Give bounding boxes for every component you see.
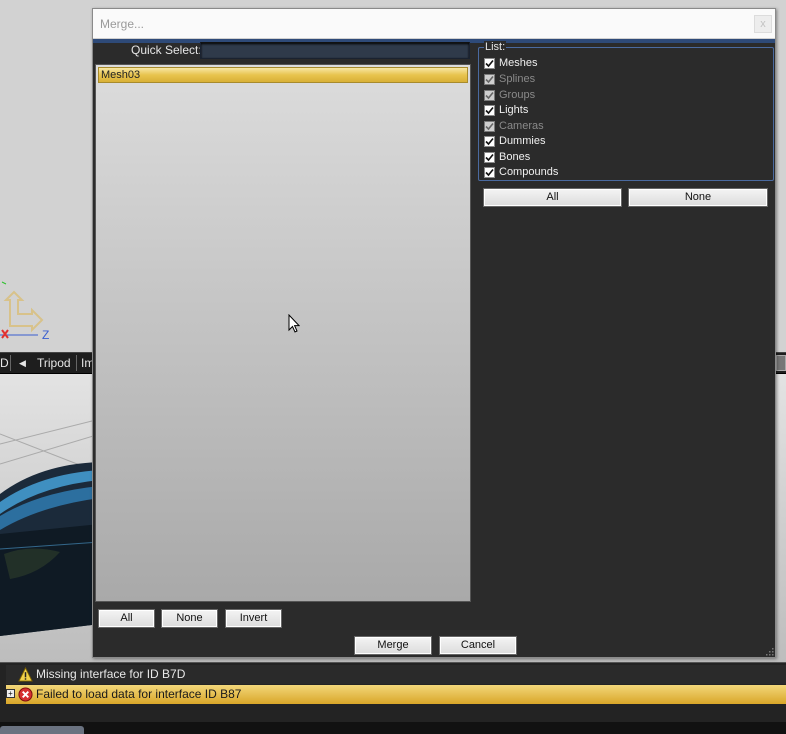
log-row-warning[interactable]: Missing interface for ID B7D bbox=[6, 665, 786, 684]
toolbar-separator bbox=[76, 355, 77, 371]
merge-button[interactable]: Merge bbox=[354, 636, 432, 655]
toolbar-right-button[interactable] bbox=[776, 355, 786, 371]
filter-cameras: Cameras bbox=[484, 120, 764, 135]
merge-dialog: Merge... x Quick Select: Mesh03 All None… bbox=[92, 8, 776, 658]
filter-dummies[interactable]: Dummies bbox=[484, 135, 764, 150]
filter-label: Meshes bbox=[499, 57, 538, 69]
axis-label-z: Z bbox=[42, 328, 49, 342]
dialog-titlebar[interactable]: Merge... x bbox=[93, 9, 775, 39]
filter-compounds[interactable]: Compounds bbox=[484, 166, 764, 181]
error-icon bbox=[18, 687, 33, 702]
toolbar-left-label[interactable]: D bbox=[0, 356, 9, 370]
list-item[interactable]: Mesh03 bbox=[98, 67, 468, 83]
message-log: Missing interface for ID B7D + Failed to… bbox=[0, 662, 786, 722]
log-error-text: Failed to load data for interface ID B87 bbox=[36, 687, 242, 701]
checkbox-checked-icon[interactable] bbox=[484, 167, 495, 178]
status-tab[interactable] bbox=[0, 726, 84, 734]
checkbox-checked-icon bbox=[484, 121, 495, 132]
list-filter-legend: List: bbox=[484, 41, 507, 53]
checkbox-checked-icon bbox=[484, 74, 495, 85]
list-filter-group: List: Meshes Splines Groups Lights Camer… bbox=[478, 41, 774, 181]
mouse-pointer-icon bbox=[288, 314, 300, 333]
filter-label: Groups bbox=[499, 89, 536, 101]
filter-all-button[interactable]: All bbox=[483, 188, 622, 207]
filter-none-button[interactable]: None bbox=[628, 188, 768, 207]
checkbox-checked-icon[interactable] bbox=[484, 152, 495, 163]
object-list[interactable]: Mesh03 bbox=[95, 64, 471, 602]
log-warning-text: Missing interface for ID B7D bbox=[36, 667, 186, 681]
quick-select-label: Quick Select: bbox=[131, 43, 202, 57]
filter-groups: Groups bbox=[484, 89, 764, 104]
axis-tripod-icon: Z bbox=[0, 281, 49, 342]
filter-label: Compounds bbox=[499, 166, 559, 178]
invert-selection-button[interactable]: Invert bbox=[225, 609, 282, 628]
filter-label: Cameras bbox=[499, 120, 544, 132]
log-row-error[interactable]: + Failed to load data for interface ID B… bbox=[6, 685, 786, 704]
filter-label: Lights bbox=[499, 104, 529, 116]
toolbar-tripod-label[interactable]: Tripod bbox=[37, 356, 71, 370]
status-bar bbox=[0, 722, 786, 734]
model-render bbox=[0, 418, 100, 636]
filter-meshes[interactable]: Meshes bbox=[484, 57, 764, 72]
dialog-title: Merge... bbox=[100, 17, 145, 31]
cancel-button[interactable]: Cancel bbox=[439, 636, 517, 655]
filter-label: Dummies bbox=[499, 135, 546, 147]
checkbox-checked-icon[interactable] bbox=[484, 105, 495, 116]
filter-label: Splines bbox=[499, 73, 536, 85]
triangle-left-icon[interactable]: ◀ bbox=[19, 358, 26, 369]
checkbox-checked-icon[interactable] bbox=[484, 136, 495, 147]
select-all-button[interactable]: All bbox=[98, 609, 155, 628]
resize-grip-icon[interactable] bbox=[764, 646, 774, 656]
filter-lights[interactable]: Lights bbox=[484, 104, 764, 119]
filter-splines: Splines bbox=[484, 73, 764, 88]
close-button[interactable]: x bbox=[754, 15, 772, 33]
checkbox-checked-icon bbox=[484, 90, 495, 101]
quick-select-input[interactable] bbox=[200, 42, 470, 59]
toolbar-separator bbox=[10, 355, 11, 371]
filter-label: Bones bbox=[499, 151, 531, 163]
select-none-button[interactable]: None bbox=[161, 609, 218, 628]
expand-plus-icon[interactable]: + bbox=[6, 689, 15, 698]
warning-icon bbox=[18, 667, 33, 682]
checkbox-checked-icon[interactable] bbox=[484, 58, 495, 69]
filter-bones[interactable]: Bones bbox=[484, 151, 764, 166]
